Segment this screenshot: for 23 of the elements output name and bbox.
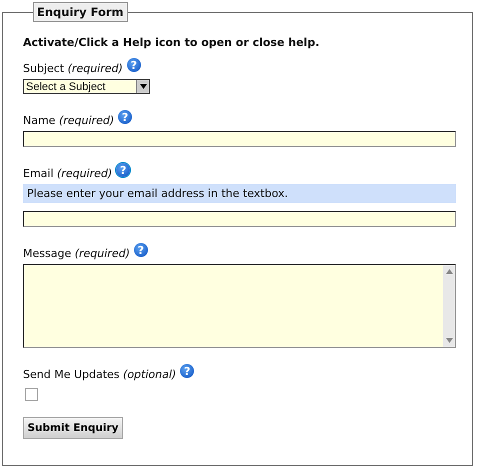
field-label: Name (required) bbox=[23, 114, 114, 126]
help-icon[interactable]: ? bbox=[126, 58, 141, 72]
scrollbar[interactable] bbox=[443, 265, 455, 347]
message-box[interactable] bbox=[23, 264, 456, 348]
help-message: Please enter your email address in the textbox. bbox=[23, 184, 456, 203]
help-icon[interactable]: ? bbox=[134, 243, 148, 257]
field-label: Send Me Updates (optional) bbox=[23, 368, 176, 380]
dropdown-arrow-icon bbox=[140, 84, 146, 89]
help-instructions: Activate/Click a Help icon to open or close help. bbox=[23, 36, 320, 49]
help-icon[interactable]: ? bbox=[180, 364, 194, 378]
field-label: Email (required) bbox=[23, 166, 112, 180]
submit-button[interactable]: Submit Enquiry bbox=[23, 417, 123, 439]
text-field[interactable] bbox=[23, 211, 456, 227]
help-icon[interactable]: ? bbox=[118, 110, 132, 124]
updates-checkbox[interactable] bbox=[25, 388, 38, 401]
text-field[interactable] bbox=[23, 131, 456, 147]
field-label: Message (required) bbox=[23, 246, 130, 260]
subject-dropdown[interactable]: Select a Subject bbox=[23, 79, 150, 94]
scroll-down-icon[interactable] bbox=[446, 338, 452, 343]
help-icon[interactable]: ? bbox=[116, 163, 130, 177]
field-label: Subject (required) bbox=[23, 62, 123, 74]
scroll-up-icon[interactable] bbox=[446, 269, 452, 274]
form-legend: Enquiry Form bbox=[33, 2, 128, 22]
